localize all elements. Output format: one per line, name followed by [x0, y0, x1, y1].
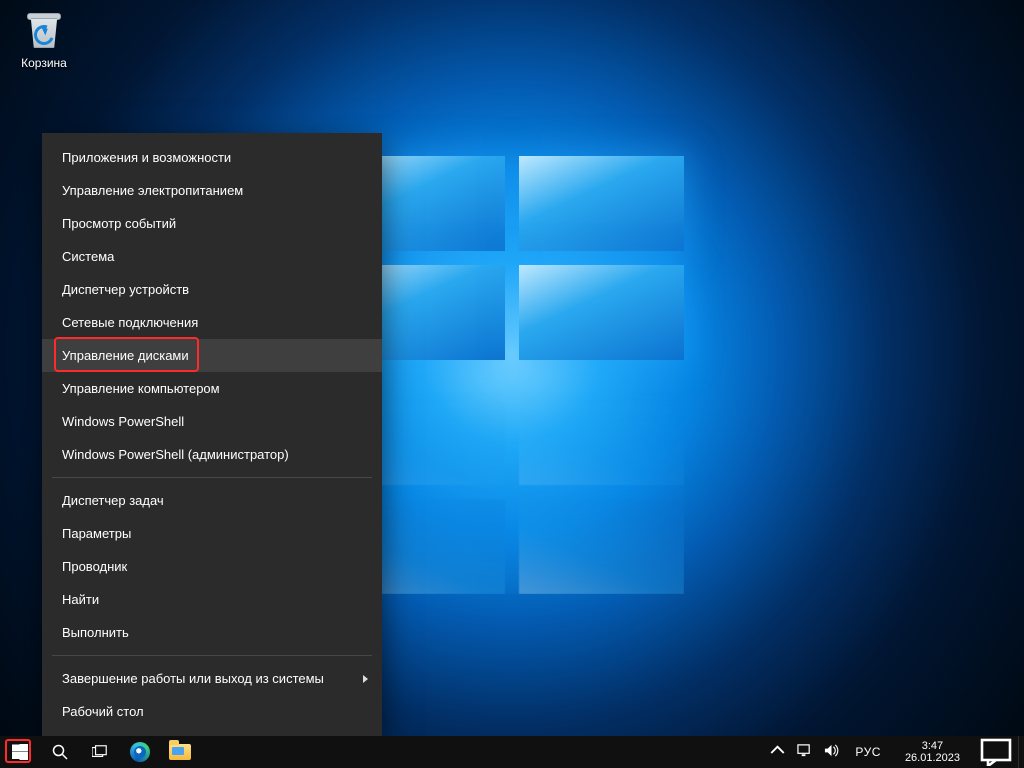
winx-item-label: Диспетчер задач [62, 493, 164, 508]
winx-item[interactable]: Управление компьютером [42, 372, 382, 405]
menu-separator [52, 477, 372, 478]
winx-item-label: Сетевые подключения [62, 315, 198, 330]
system-tray: РУС 3:47 26.01.2023 [764, 738, 1018, 766]
winx-item[interactable]: Просмотр событий [42, 207, 382, 240]
wallpaper-windows-logo-reflection [340, 390, 684, 594]
speaker-icon [824, 743, 839, 758]
winx-item[interactable]: Windows PowerShell (администратор) [42, 438, 382, 471]
wallpaper-windows-logo [340, 156, 684, 360]
winx-item-label: Windows PowerShell (администратор) [62, 447, 289, 462]
winx-item[interactable]: Приложения и возможности [42, 141, 382, 174]
tray-network[interactable] [797, 743, 812, 761]
tray-overflow-button[interactable] [770, 743, 785, 761]
chevron-up-icon [770, 743, 785, 758]
winx-menu: Приложения и возможности Управление элект… [42, 133, 382, 736]
file-explorer-icon [169, 744, 191, 760]
recycle-bin-icon [20, 6, 68, 54]
winx-item[interactable]: Проводник [42, 550, 382, 583]
winx-item-label: Выполнить [62, 625, 129, 640]
winx-item-label: Проводник [62, 559, 127, 574]
taskbar: РУС 3:47 26.01.2023 [0, 736, 1024, 768]
tray-date: 26.01.2023 [905, 752, 960, 764]
chevron-right-icon [363, 675, 368, 683]
search-icon [52, 744, 68, 760]
start-button[interactable] [0, 736, 40, 768]
windows-logo-icon [12, 744, 28, 760]
taskbar-pinned-explorer[interactable] [160, 736, 200, 768]
microsoft-edge-icon [130, 742, 150, 762]
tray-time: 3:47 [905, 740, 960, 752]
winx-item-label: Приложения и возможности [62, 150, 231, 165]
winx-item-label: Система [62, 249, 114, 264]
winx-item[interactable]: Управление электропитанием [42, 174, 382, 207]
winx-item[interactable]: Диспетчер устройств [42, 273, 382, 306]
winx-item[interactable]: Выполнить [42, 616, 382, 649]
winx-item[interactable]: Windows PowerShell [42, 405, 382, 438]
winx-item-label: Управление дисками [62, 348, 189, 363]
desktop-icon-label: Корзина [6, 56, 82, 70]
winx-item[interactable]: Сетевые подключения [42, 306, 382, 339]
notification-icon [980, 738, 1012, 766]
winx-item-label: Найти [62, 592, 99, 607]
winx-item[interactable]: Управление дисками [42, 339, 382, 372]
network-icon [797, 743, 812, 758]
taskbar-pinned-edge[interactable] [120, 736, 160, 768]
winx-item[interactable]: Найти [42, 583, 382, 616]
winx-item[interactable]: Система [42, 240, 382, 273]
search-button[interactable] [40, 736, 80, 768]
winx-item-label: Управление электропитанием [62, 183, 243, 198]
winx-item-label: Рабочий стол [62, 704, 144, 719]
winx-item-label: Просмотр событий [62, 216, 176, 231]
tray-clock[interactable]: 3:47 26.01.2023 [897, 740, 968, 764]
task-view-button[interactable] [80, 736, 120, 768]
winx-item-label: Windows PowerShell [62, 414, 184, 429]
winx-item[interactable]: Рабочий стол [42, 695, 382, 728]
winx-item-label: Завершение работы или выход из системы [62, 671, 324, 686]
menu-separator [52, 655, 372, 656]
tray-language[interactable]: РУС [851, 745, 885, 759]
winx-item[interactable]: Параметры [42, 517, 382, 550]
winx-item-label: Параметры [62, 526, 131, 541]
tray-volume[interactable] [824, 743, 839, 761]
winx-item-label: Управление компьютером [62, 381, 220, 396]
winx-item-label: Диспетчер устройств [62, 282, 189, 297]
winx-item[interactable]: Диспетчер задач [42, 484, 382, 517]
desktop-icon-recycle-bin[interactable]: Корзина [6, 6, 82, 70]
task-view-icon [92, 744, 108, 760]
winx-item[interactable]: Завершение работы или выход из системы [42, 662, 382, 695]
show-desktop-button[interactable] [1018, 736, 1024, 768]
action-center-button[interactable] [980, 738, 1012, 766]
